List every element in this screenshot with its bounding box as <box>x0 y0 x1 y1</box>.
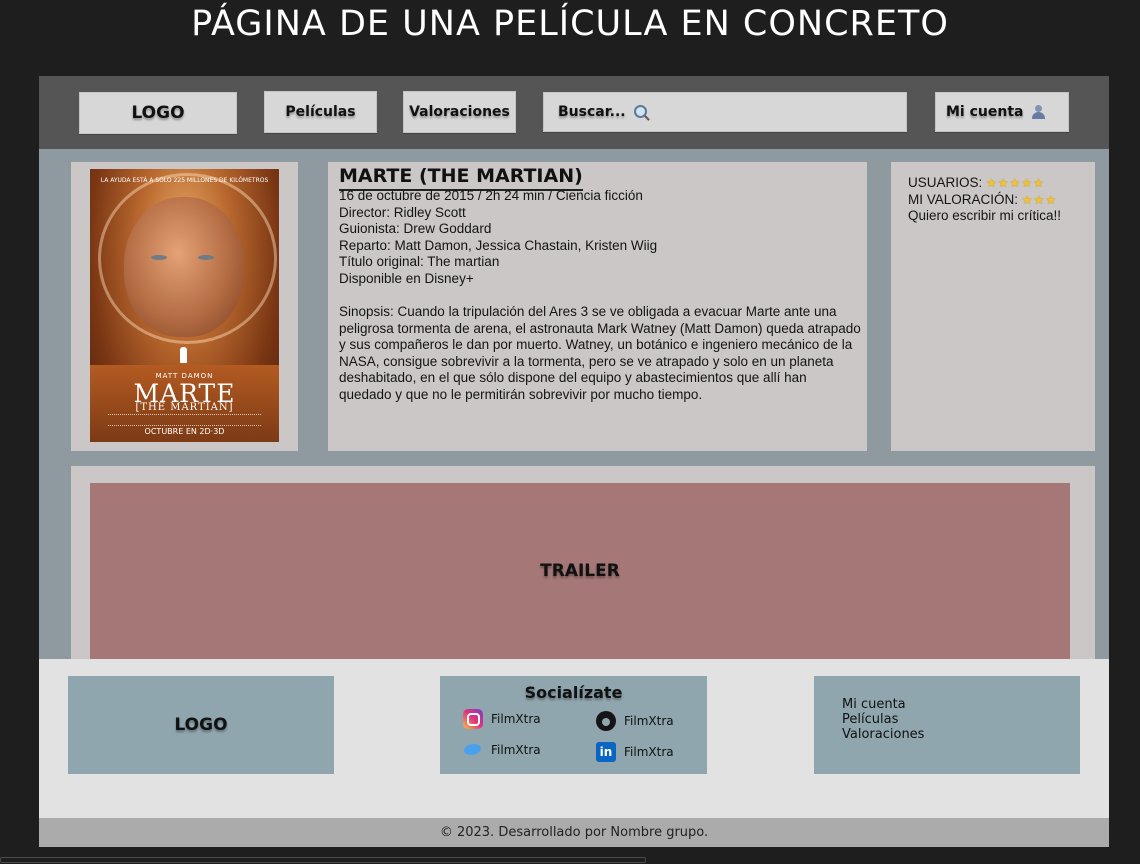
search-placeholder: Buscar... <box>558 104 626 120</box>
nav-peliculas-button[interactable]: Películas <box>264 91 377 133</box>
social-instagram[interactable]: FilmXtra <box>463 709 541 729</box>
poster-tagline: LA AYUDA ESTÁ A SOLO 225 MILLONES DE KIL… <box>100 177 269 184</box>
horizontal-scrollbar[interactable] <box>0 857 646 863</box>
footer-logo[interactable]: LOGO <box>68 676 334 774</box>
movie-title: MARTE (THE MARTIAN) <box>339 164 583 191</box>
my-rating-label: MI VALORACIÓN: <box>908 191 1019 207</box>
twitter-icon <box>463 740 483 760</box>
movie-poster: LA AYUDA ESTÁ A SOLO 225 MILLONES DE KIL… <box>90 169 279 442</box>
instagram-icon <box>463 709 483 729</box>
movie-meta: 16 de octubre de 2015 / 2h 24 min / Cien… <box>339 188 643 203</box>
users-rating-label: USUARIOS: <box>908 175 983 190</box>
footer-link-account[interactable]: Mi cuenta <box>842 697 924 712</box>
write-review-link[interactable]: Quiero escribir mi crítica!! <box>908 208 1061 225</box>
social-title: Socialízate <box>524 683 623 702</box>
movie-details: 16 de octubre de 2015 / 2h 24 min / Cien… <box>339 188 861 288</box>
footer-links: Mi cuenta Películas Valoraciones <box>842 697 924 742</box>
movie-writer: Guionista: Drew Goddard <box>339 221 492 237</box>
my-rating-stars[interactable]: ★★★ <box>1022 193 1057 207</box>
nav-logo[interactable]: LOGO <box>79 92 237 134</box>
social-linkedin-label: FilmXtra <box>624 745 674 759</box>
footer-link-peliculas[interactable]: Películas <box>842 712 924 727</box>
poster-subtitle: [THE MARTIAN] <box>135 402 234 413</box>
trailer-label: TRAILER <box>540 561 620 581</box>
my-rating[interactable]: MI VALORACIÓN: ★★★ <box>908 192 1061 209</box>
social-twitter-label: FilmXtra <box>491 743 541 757</box>
users-rating-stars: ★★★★★ <box>986 176 1045 190</box>
social-instagram-label: FilmXtra <box>491 712 541 726</box>
movie-availability: Disponible en Disney+ <box>339 270 474 286</box>
account-button[interactable]: Mi cuenta <box>935 92 1069 132</box>
movie-director: Director: Ridley Scott <box>339 204 466 220</box>
users-rating: USUARIOS: ★★★★★ <box>908 175 1061 192</box>
ratings: USUARIOS: ★★★★★ MI VALORACIÓN: ★★★ Quier… <box>908 175 1061 225</box>
movie-cast: Reparto: Matt Damon, Jessica Chastain, K… <box>339 237 658 253</box>
social-twitter[interactable]: FilmXtra <box>463 740 541 760</box>
social-linkedin[interactable]: in FilmXtra <box>596 742 674 762</box>
search-input[interactable]: Buscar... <box>543 92 907 132</box>
search-icon <box>633 104 647 118</box>
movie-synopsis: Sinopsis: Cuando la tripulación del Ares… <box>339 304 861 402</box>
poster-date: OCTUBRE EN 2D·3D <box>144 427 225 436</box>
account-label: Mi cuenta <box>946 104 1024 120</box>
github-icon <box>596 711 616 731</box>
nav-valoraciones-button[interactable]: Valoraciones <box>403 91 516 133</box>
poster-credits <box>108 414 261 426</box>
trailer-player[interactable]: TRAILER <box>90 483 1070 659</box>
page-heading: PÁGINA DE UNA PELÍCULA EN CONCRETO <box>191 4 949 44</box>
user-icon <box>1031 105 1046 119</box>
copyright: © 2023. Desarrollado por Nombre grupo. <box>39 818 1109 847</box>
social-github-label: FilmXtra <box>624 714 674 728</box>
footer-link-valoraciones[interactable]: Valoraciones <box>842 727 924 742</box>
linkedin-icon: in <box>596 742 616 762</box>
movie-original-title: Título original: The martian <box>339 254 500 270</box>
social-github[interactable]: FilmXtra <box>596 711 674 731</box>
